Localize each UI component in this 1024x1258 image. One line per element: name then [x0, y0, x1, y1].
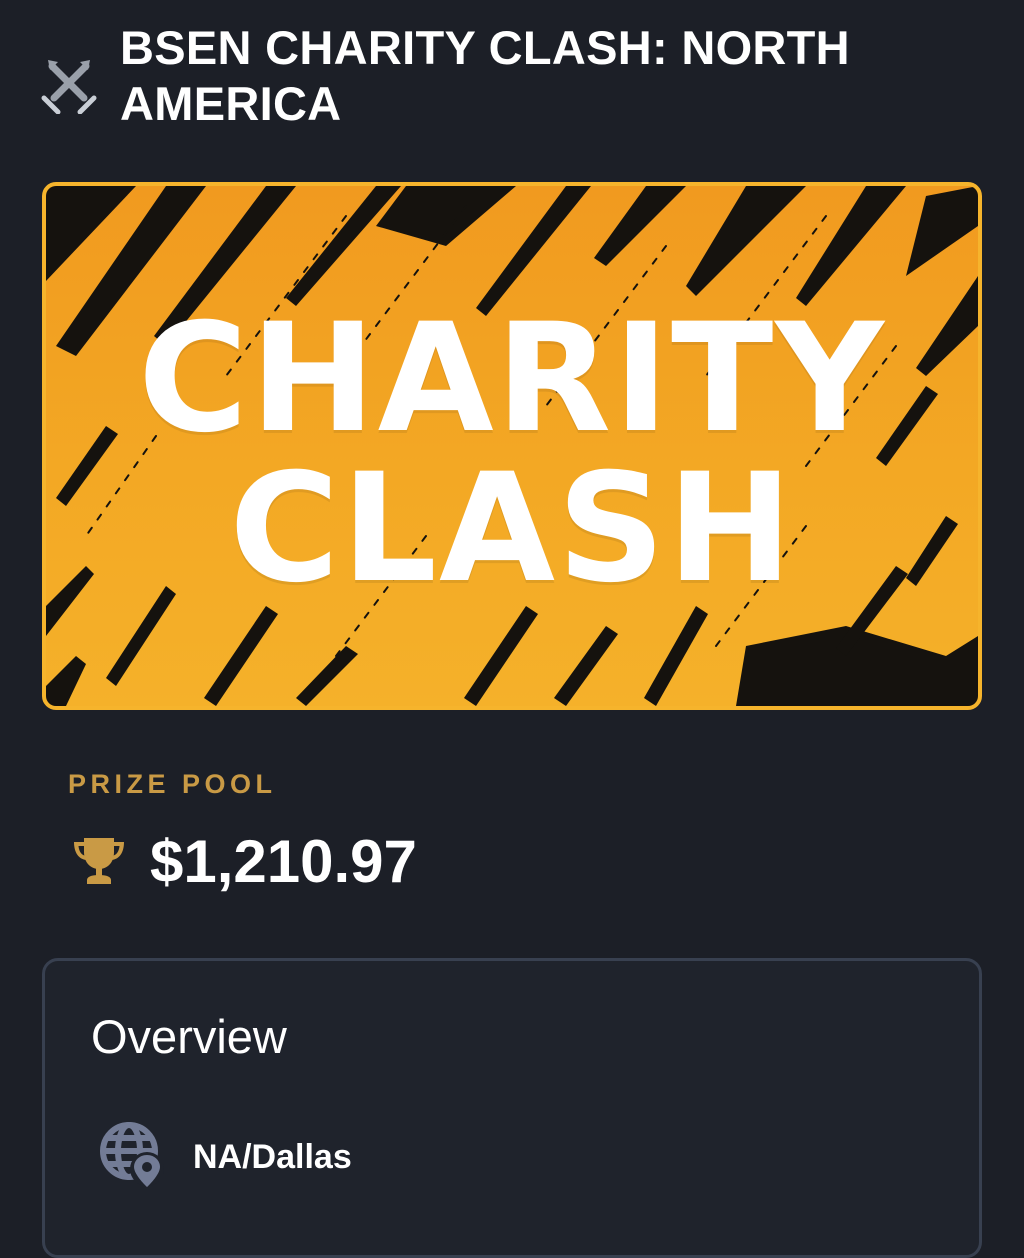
location-row: NA/Dallas: [97, 1119, 697, 1189]
trophy-icon: [74, 838, 124, 884]
tournament-banner: CHARITY CLASH: [42, 182, 982, 710]
tournament-title: BSEN CHARITY CLASH: NORTH AMERICA: [120, 21, 850, 130]
tournament-header: BSEN CHARITY CLASH: NORTH AMERICA: [0, 0, 1024, 170]
prize-pool-amount: $1,210.97: [150, 828, 417, 895]
overview-title: Overview: [91, 1010, 287, 1063]
banner-title-line1: CHARITY: [138, 292, 886, 466]
prize-pool-label: PRIZE POOL: [68, 769, 277, 799]
globe-location-icon: [100, 1122, 164, 1187]
banner-title-line2: CLASH: [229, 442, 795, 616]
overview-card: Overview NA/Dallas: [42, 958, 982, 1258]
location-text: NA/Dallas: [193, 1138, 352, 1176]
crossed-swords-icon: [41, 60, 97, 114]
